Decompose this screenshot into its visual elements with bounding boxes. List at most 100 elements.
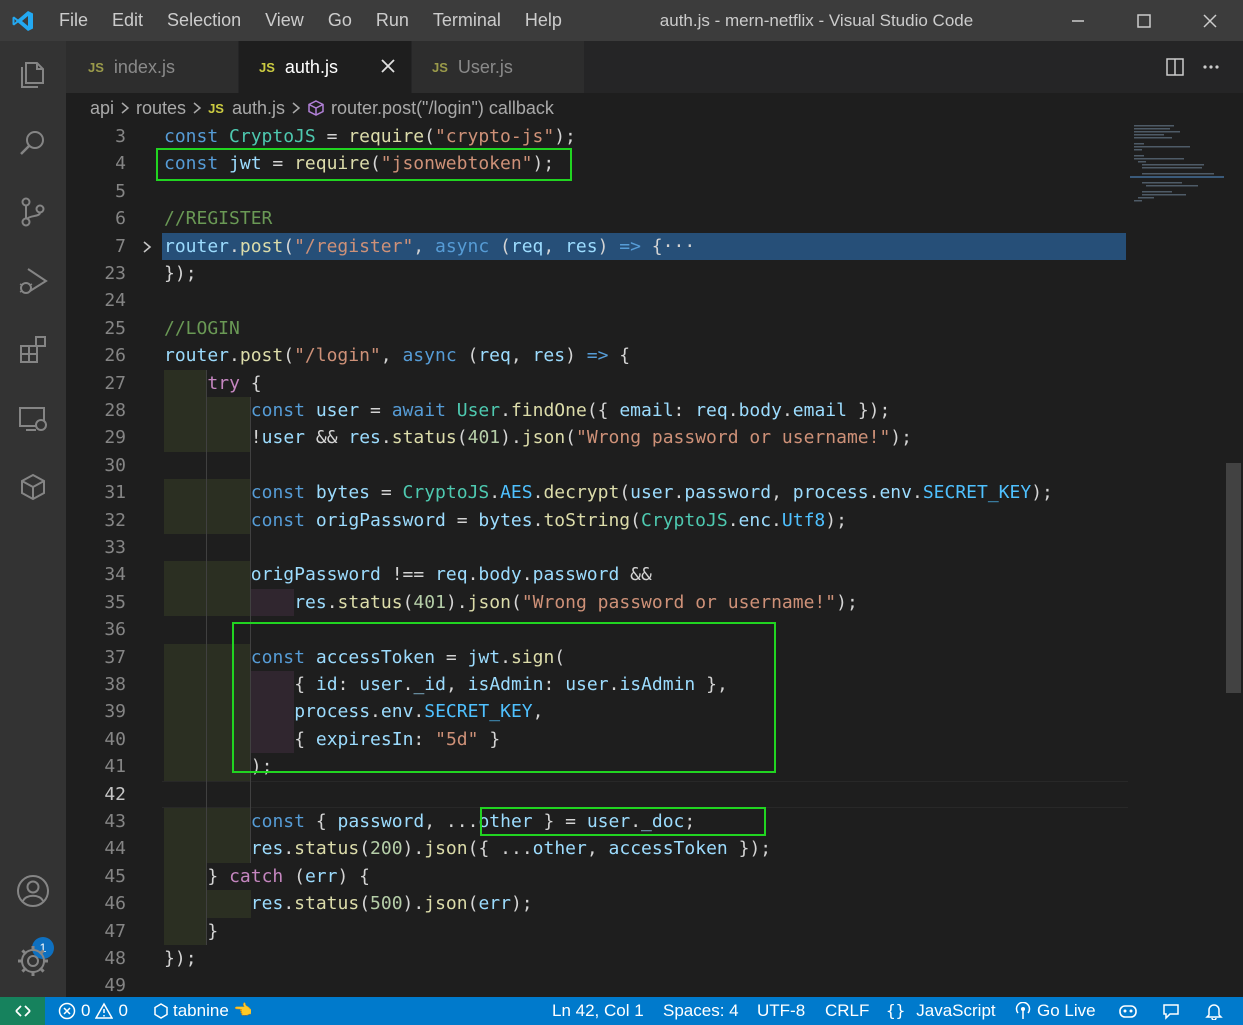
indent-guide xyxy=(207,561,251,589)
line-number: 39 xyxy=(104,701,126,723)
code-editor[interactable]: 3 const CryptoJS = require("crypto-js"); 4… xyxy=(66,123,1224,997)
code-line[interactable]: 23}); xyxy=(66,260,1224,287)
source-control-button[interactable] xyxy=(0,182,66,242)
code-line[interactable]: 47} xyxy=(66,917,1224,945)
code-line[interactable]: 7 router.post("/register", async (req, re… xyxy=(66,232,1224,260)
files-icon xyxy=(21,62,44,88)
code-text: router.post("/register", async (req, res… xyxy=(164,235,696,257)
tab-user-js[interactable]: JS User.js xyxy=(412,41,584,93)
docker-button[interactable] xyxy=(0,458,66,518)
indent-guide-line xyxy=(206,369,208,945)
go-live-button[interactable]: Go Live xyxy=(1014,997,1096,1025)
code-text: const CryptoJS = require("crypto-js"); xyxy=(164,126,576,147)
braces-icon: {} xyxy=(886,1001,906,1020)
current-line-highlight xyxy=(162,780,1128,808)
code-text: res.status(200).json({ ...other, accessT… xyxy=(250,838,772,860)
code-line[interactable]: 32 const origPassword = bytes.toString(Cr… xyxy=(66,506,1224,534)
line-number: 40 xyxy=(104,728,126,750)
notifications-button[interactable] xyxy=(1205,997,1223,1025)
code-line[interactable]: 49 xyxy=(66,972,1224,997)
code-line[interactable]: 29 !user && res.status(401).json("Wrong p… xyxy=(66,424,1224,452)
indentation-button[interactable]: Spaces: 4 xyxy=(663,997,739,1025)
breadcrumb-api[interactable]: api xyxy=(90,98,114,119)
code-line[interactable]: 33 xyxy=(66,534,1224,561)
code-line[interactable]: 3 const CryptoJS = require("crypto-js"); xyxy=(66,123,1224,150)
menu-go[interactable]: Go xyxy=(316,0,364,41)
explorer-button[interactable] xyxy=(0,44,66,104)
remote-explorer-button[interactable] xyxy=(0,389,66,449)
problems-button[interactable]: 0 0 xyxy=(58,997,128,1025)
code-line[interactable]: 24 xyxy=(66,287,1224,314)
feedback-button[interactable] xyxy=(1162,997,1180,1025)
tabnine-label: tabnine xyxy=(173,1001,229,1020)
tabnine-button[interactable]: tabnine 👈 xyxy=(154,997,252,1025)
cursor-position-button[interactable]: Ln 42, Col 1 xyxy=(552,997,644,1025)
remote-indicator-button[interactable] xyxy=(0,997,45,1025)
code-line[interactable]: 5 xyxy=(66,178,1224,205)
indent-guide xyxy=(164,671,208,699)
code-line[interactable]: 46 res.status(500).json(err); xyxy=(66,890,1224,918)
encoding-button[interactable]: UTF-8 xyxy=(757,997,805,1025)
search-icon xyxy=(20,131,44,155)
code-line[interactable]: 34 origPassword !== req.body.password && xyxy=(66,561,1224,589)
code-line[interactable]: 26 router.post("/login", async (req, res)… xyxy=(66,342,1224,369)
breadcrumb-file[interactable]: auth.js xyxy=(232,98,285,119)
language-mode-button[interactable]: {} JavaScript xyxy=(886,997,996,1025)
menu-selection[interactable]: Selection xyxy=(155,0,253,41)
fold-chevron-icon[interactable] xyxy=(142,233,152,260)
code-text: const origPassword = bytes.toString(Cryp… xyxy=(250,509,847,531)
code-line[interactable]: 45} catch (err) { xyxy=(66,862,1224,891)
minimize-button[interactable] xyxy=(1045,0,1111,41)
close-window-button[interactable] xyxy=(1177,0,1243,41)
breadcrumb-routes[interactable]: routes xyxy=(136,98,186,119)
code-line[interactable]: 25 //LOGIN xyxy=(66,315,1224,342)
minimap[interactable] xyxy=(1130,123,1224,203)
indent-guide xyxy=(164,588,208,617)
tab-auth-js[interactable]: JS auth.js xyxy=(239,41,411,93)
accounts-button[interactable] xyxy=(0,861,66,921)
code-text: }); xyxy=(164,263,197,284)
js-file-icon: JS xyxy=(259,59,275,75)
close-icon xyxy=(1203,13,1217,28)
maximize-button[interactable] xyxy=(1111,0,1177,41)
line-number: 23 xyxy=(104,263,126,284)
code-line[interactable]: 30 xyxy=(66,452,1224,479)
code-line[interactable]: 31 const bytes = CryptoJS.AES.decrypt(use… xyxy=(66,479,1224,507)
line-number: 6 xyxy=(115,208,126,230)
menu-file[interactable]: File xyxy=(45,0,100,41)
code-line[interactable]: 48}); xyxy=(66,945,1224,972)
split-editor-button[interactable] xyxy=(1157,49,1193,85)
menu-terminal[interactable]: Terminal xyxy=(421,0,513,41)
line-number: 46 xyxy=(104,893,126,915)
indent-guide xyxy=(164,561,208,589)
code-line[interactable]: 35 res.status(401).json("Wrong password o… xyxy=(66,588,1224,617)
line-number: 28 xyxy=(104,400,126,421)
extensions-button[interactable] xyxy=(0,320,66,380)
code-line[interactable]: 28 const user = await User.findOne({ emai… xyxy=(66,397,1224,425)
menu-view[interactable]: View xyxy=(253,0,316,41)
menu-edit[interactable]: Edit xyxy=(100,0,155,41)
highlight-access-token xyxy=(232,622,776,774)
code-line[interactable]: 44 res.status(200).json({ ...other, acces… xyxy=(66,835,1224,863)
eol-button[interactable]: CRLF xyxy=(825,997,869,1025)
more-actions-button[interactable] xyxy=(1193,49,1229,85)
code-line[interactable]: 6 //REGISTER xyxy=(66,205,1224,232)
tab-index-js[interactable]: JS index.js xyxy=(66,41,238,93)
highlight-response-object xyxy=(480,807,766,837)
copilot-button[interactable] xyxy=(1118,997,1138,1025)
line-number: 24 xyxy=(104,290,126,312)
manage-button[interactable] xyxy=(0,931,66,991)
menu-run[interactable]: Run xyxy=(364,0,421,41)
warning-icon xyxy=(95,1002,114,1019)
breadcrumb-symbol[interactable]: router.post("/login") callback xyxy=(331,98,554,119)
menu-help[interactable]: Help xyxy=(513,0,574,41)
scrollbar-thumb[interactable] xyxy=(1226,463,1241,693)
code-line[interactable]: 27 try { xyxy=(66,369,1224,397)
line-number: 29 xyxy=(104,427,126,449)
indent-guide xyxy=(164,397,208,425)
run-debug-button[interactable] xyxy=(0,251,66,311)
close-tab-button[interactable] xyxy=(379,57,397,80)
vertical-scrollbar[interactable] xyxy=(1224,123,1243,997)
search-button[interactable] xyxy=(0,113,66,173)
ellipsis-icon xyxy=(1203,65,1219,69)
